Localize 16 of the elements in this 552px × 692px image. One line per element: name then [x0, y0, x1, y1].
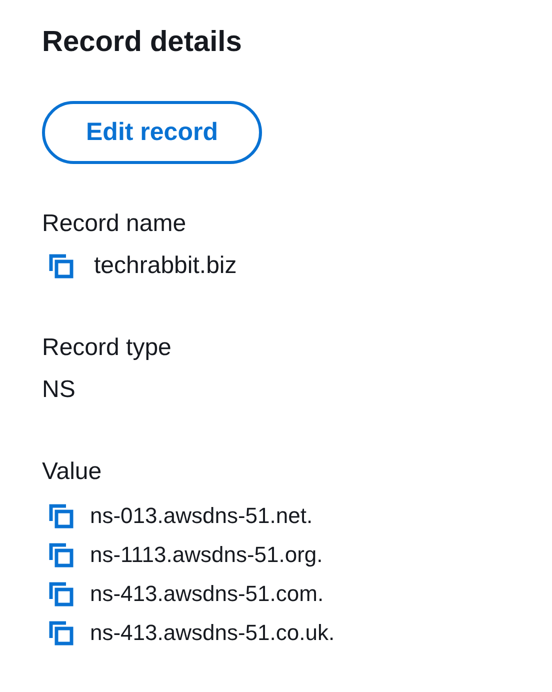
copy-icon[interactable]	[48, 542, 74, 568]
field-label: Record type	[42, 334, 172, 362]
copy-icon[interactable]	[48, 502, 74, 528]
field-value: NS	[42, 376, 76, 404]
field-label: Value	[42, 458, 102, 486]
copy-icon[interactable]	[48, 580, 74, 606]
field-label: Record name	[42, 210, 186, 238]
field-value: ns-413.awsdns-51.com.	[90, 580, 324, 606]
field-value: techrabbit.biz	[94, 252, 237, 280]
copy-icon[interactable]	[48, 620, 74, 646]
edit-record-button[interactable]: Edit record	[42, 101, 262, 164]
section-title: Record details	[42, 26, 242, 59]
field-value: ns-413.awsdns-51.co.uk.	[90, 620, 335, 646]
copy-icon[interactable]	[48, 253, 74, 279]
field-value: ns-1113.awsdns-51.org.	[90, 542, 323, 568]
field-value: ns-013.awsdns-51.net.	[90, 502, 313, 528]
